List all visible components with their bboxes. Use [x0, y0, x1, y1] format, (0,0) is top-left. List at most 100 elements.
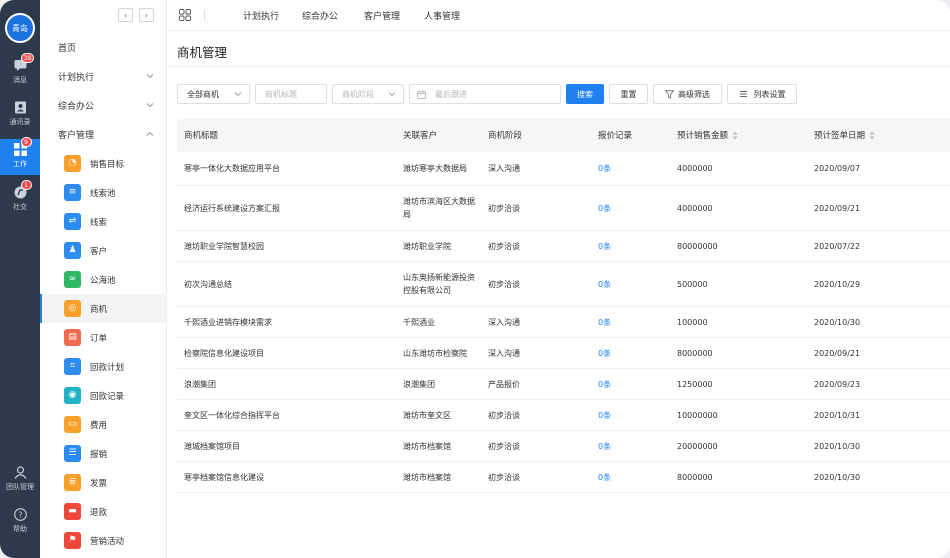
sidebar-item-expense[interactable]: ▭ 费用 [40, 410, 167, 439]
rail-item-work[interactable]: 9 工作 [0, 137, 40, 175]
avatar[interactable]: 青岛 [5, 13, 35, 43]
cell-quotes[interactable]: 0条 [598, 400, 668, 430]
header-sign-date[interactable]: 预计签单日期 [814, 118, 875, 152]
sidebar-item-refund[interactable]: ▬ 退款 [40, 497, 167, 526]
last-followup-date-picker[interactable]: 最后跟进 [409, 84, 561, 104]
cell-customer: 浪潮集团 [403, 379, 435, 389]
table-row[interactable]: 千熙酒业进销存模块需求 千熙酒业 深入沟通 0条 100000 2020/10/30 [177, 307, 950, 338]
sidebar-item-opportunity[interactable]: ◎ 商机 [40, 294, 167, 323]
sidebar-item-clue[interactable]: ⇌ 线索 [40, 207, 167, 236]
search-button[interactable]: 搜索 [566, 84, 604, 104]
cell-customer: 潍坊市滨海区大数据局 [403, 197, 475, 219]
tab-office[interactable]: 综合办公 [302, 9, 338, 22]
header-title: 商机标题 [184, 131, 219, 141]
rail-item-contacts[interactable]: 通讯录 [0, 97, 40, 131]
cell-quotes[interactable]: 0条 [598, 152, 668, 185]
filter-icon [665, 89, 674, 99]
social-badge: 1 [20, 180, 32, 190]
cell-title: 奎文区一体化综合指挥平台 [184, 410, 280, 420]
sidebar-item-campaign[interactable]: ⚑ 营销活动 [40, 526, 167, 555]
stage-select[interactable]: 商机阶段 [332, 84, 404, 104]
cell-title: 初次沟通总结 [184, 279, 232, 289]
table-row[interactable]: 检察院信息化建设项目 山东潍坊市检察院 深入沟通 0条 8000000 2020/09/2… [177, 338, 950, 369]
select-placeholder: 商机阶段 [342, 89, 374, 99]
cell-amount: 10000000 [677, 410, 718, 420]
cell-title: 经济运行系统建设方案汇报 [184, 203, 280, 213]
table-row[interactable]: 潍坊职业学院智慧校园 潍坊职业学院 初步洽谈 0条 80000000 2020/07/22 [177, 231, 950, 262]
cell-amount: 8000000 [677, 348, 713, 358]
cell-title: 千熙酒业进销存模块需求 [184, 317, 272, 327]
nav-group-customer[interactable]: 客户管理 [40, 120, 167, 148]
rail-item-social[interactable]: 1 社交 [0, 180, 40, 216]
date-placeholder: 最后跟进 [435, 89, 467, 99]
cell-quotes[interactable]: 0条 [598, 262, 668, 306]
sidebar-item-order[interactable]: ▤ 订单 [40, 323, 167, 352]
cell-quotes[interactable]: 0条 [598, 462, 668, 492]
sidebar-item-target[interactable]: ◔ 销售目标 [40, 149, 167, 178]
table-row[interactable]: 初次沟通总结 山东奥扬新能源投资控股有限公司 初步洽谈 0条 500000 2020/10… [177, 262, 950, 307]
sidebar-item-reimburse[interactable]: ☰ 报销 [40, 439, 167, 468]
app-window: 青岛 38 消息 通讯录 9 工作 1 社交 团队管理 ? 帮助 ‹ › 首页 … [0, 0, 950, 558]
sidebar-item-customer[interactable]: ♟ 客户 [40, 236, 167, 265]
advanced-filter-label: 高级筛选 [678, 89, 710, 99]
cell-quotes[interactable]: 0条 [598, 231, 668, 261]
sidebar-item-sea-pool[interactable]: ∞ 公海池 [40, 265, 167, 294]
page-title: 商机管理 [177, 45, 228, 60]
table-row[interactable]: 经济运行系统建设方案汇报 潍坊市滨海区大数据局 初步洽谈 0条 4000000 2020/… [177, 186, 950, 231]
left-rail: 青岛 38 消息 通讯录 9 工作 1 社交 团队管理 ? 帮助 [0, 0, 40, 558]
rail-item-team[interactable]: 团队管理 [0, 462, 40, 496]
tab-plan[interactable]: 计划执行 [243, 9, 279, 22]
collapse-right-button[interactable]: › [139, 8, 154, 22]
table-row[interactable]: 潍城档案馆项目 潍坊市档案馆 初步洽谈 0条 20000000 2020/10/30 [177, 431, 950, 462]
invoice-icon: ≣ [64, 474, 81, 491]
all-opportunities-select[interactable]: 全部商机 [177, 84, 250, 104]
rail-item-help[interactable]: ? 帮助 [0, 504, 40, 538]
sidebar-item-label: 线索 [90, 217, 108, 228]
cell-amount: 8000000 [677, 472, 713, 482]
cell-quotes[interactable]: 0条 [598, 369, 668, 399]
nav-group-home[interactable]: 首页 [40, 33, 167, 61]
table-row[interactable]: 寒亭一体化大数据应用平台 潍坊寒亭大数据局 深入沟通 0条 4000000 2020/09… [177, 152, 950, 186]
table-row[interactable]: 浪潮集团 浪潮集团 产品报价 0条 1250000 2020/09/23 [177, 369, 950, 400]
apps-grid-icon[interactable] [179, 9, 191, 21]
cell-stage: 产品报价 [488, 379, 520, 389]
sidebar-item-payment-record[interactable]: ◉ 回款记录 [40, 381, 167, 410]
clue-icon: ⇌ [64, 213, 81, 230]
cell-stage: 初步洽谈 [488, 203, 520, 213]
nav-group-plan[interactable]: 计划执行 [40, 62, 167, 90]
nav-group-office[interactable]: 综合办公 [40, 91, 167, 119]
cell-sign-date: 2020/10/31 [814, 410, 861, 420]
tab-customer[interactable]: 客户管理 [364, 9, 400, 22]
cell-quotes[interactable]: 0条 [598, 186, 668, 230]
sidebar-item-invoice[interactable]: ≣ 发票 [40, 468, 167, 497]
title-filter-input[interactable]: 商机标题 [255, 84, 327, 104]
rail-label-contacts: 通讯录 [9, 118, 31, 126]
column-settings-button[interactable]: 列表设置 [727, 84, 797, 104]
cell-customer: 千熙酒业 [403, 317, 435, 327]
calendar-icon [417, 90, 426, 99]
sidebar-item-clue-pool[interactable]: ≡ 线索池 [40, 178, 167, 207]
table-row[interactable]: 奎文区一体化综合指挥平台 潍坊市奎文区 初步洽谈 0条 10000000 2020/10/… [177, 400, 950, 431]
sidebar-item-payment-plan[interactable]: ⌗ 回款计划 [40, 352, 167, 381]
campaign-icon: ⚑ [64, 532, 81, 549]
cell-quotes[interactable]: 0条 [598, 307, 668, 337]
sidebar-item-label: 客户 [90, 246, 108, 257]
rail-item-messages[interactable]: 38 消息 [0, 53, 40, 89]
sidebar-item-label: 线索池 [90, 188, 116, 199]
cell-stage: 初步洽谈 [488, 441, 520, 451]
message-badge: 38 [20, 53, 35, 63]
reset-button[interactable]: 重置 [609, 84, 648, 104]
list-icon [739, 91, 747, 97]
advanced-filter-button[interactable]: 高级筛选 [653, 84, 722, 104]
chevron-down-icon [388, 92, 396, 97]
header-amount[interactable]: 预计销售金额 [677, 118, 738, 152]
sidebar-item-label: 费用 [90, 420, 108, 431]
order-icon: ▤ [64, 329, 81, 346]
cell-quotes[interactable]: 0条 [598, 338, 668, 368]
cell-amount: 500000 [677, 279, 708, 289]
tab-hr[interactable]: 人事管理 [424, 9, 460, 22]
table-row[interactable]: 寒亭档案馆信息化建设 潍坊市档案馆 初步洽谈 0条 8000000 2020/10/30 [177, 462, 950, 493]
cell-customer: 潍坊市档案馆 [403, 472, 451, 482]
collapse-left-button[interactable]: ‹ [118, 8, 133, 22]
cell-quotes[interactable]: 0条 [598, 431, 668, 461]
